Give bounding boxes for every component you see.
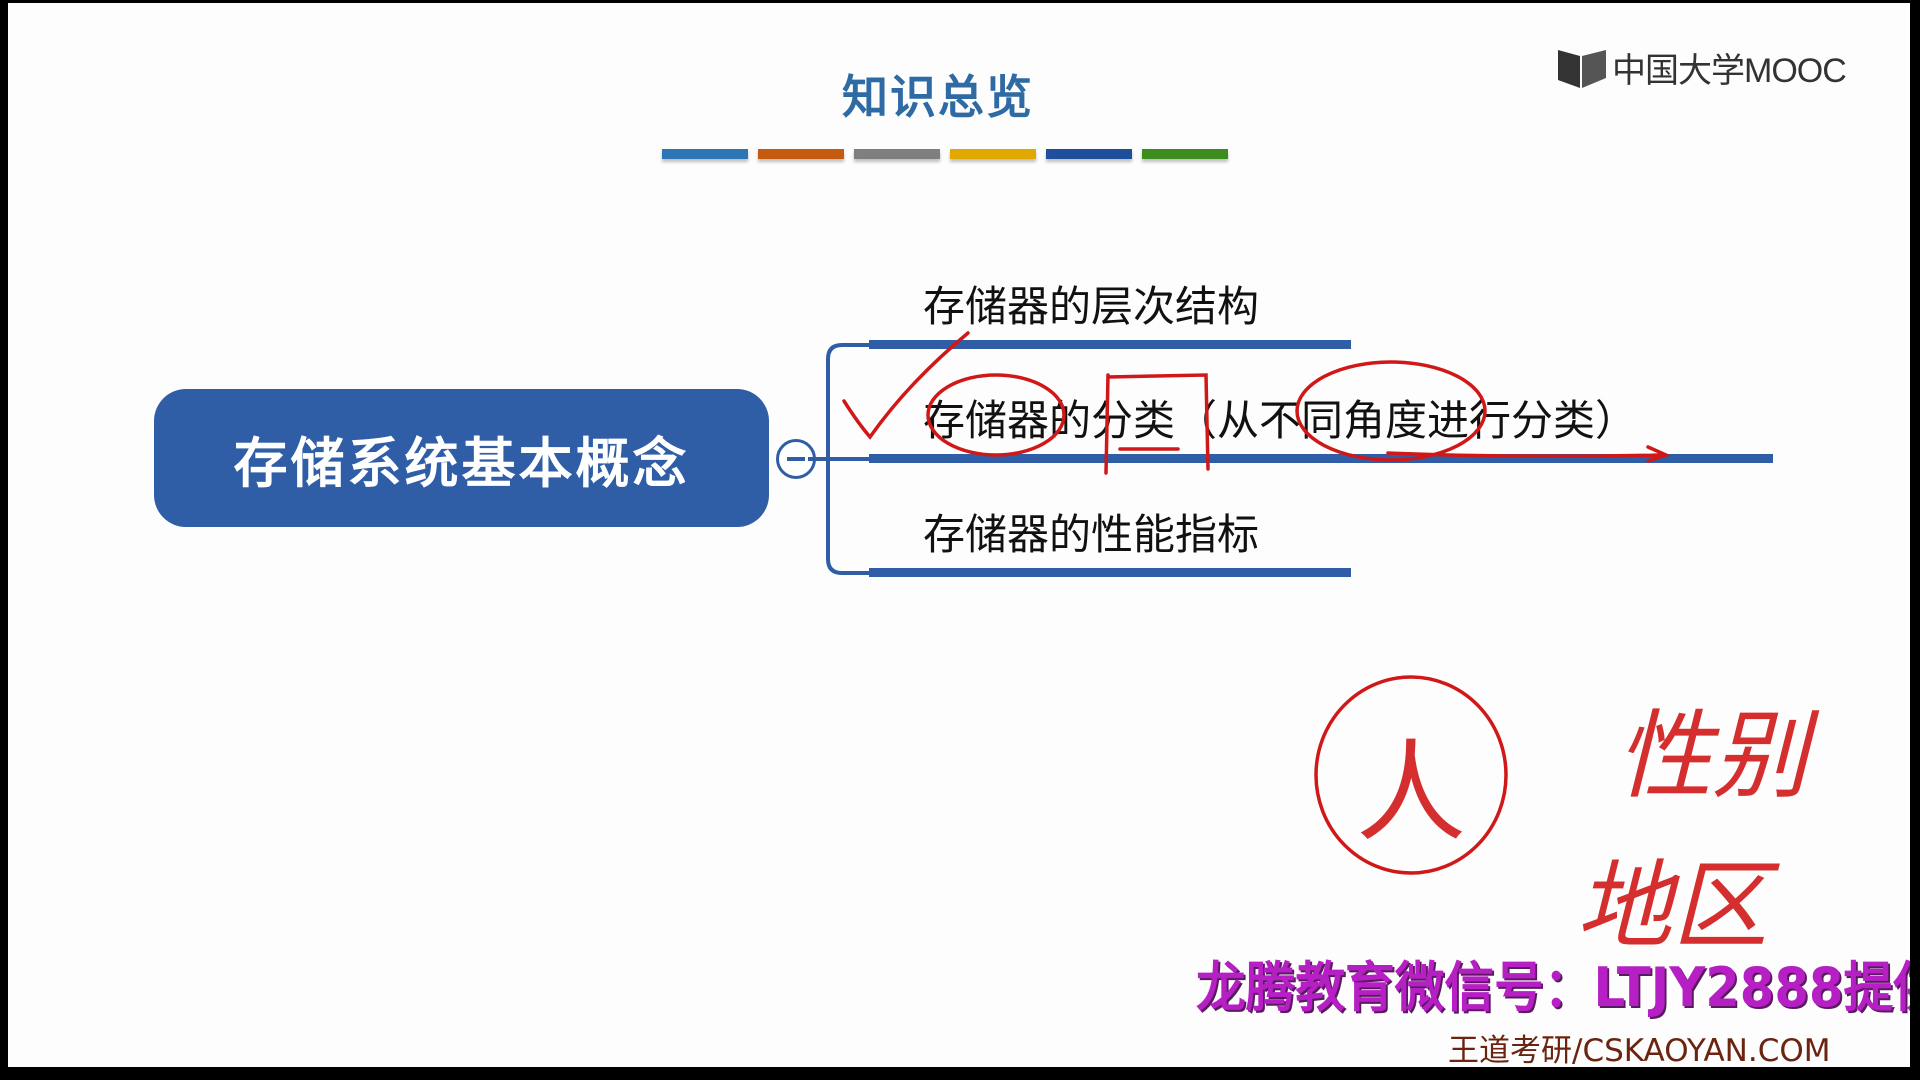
underline-arrow [1386, 445, 1671, 463]
circle-mark [1295, 360, 1487, 462]
watermark-text: 龙腾教育微信号：LTJY2888提供 [1196, 956, 1910, 1019]
slide: 知识总览 中国大学MOOC 存储系统基本概念 存储器的层次结构 存储器的分类（从… [8, 3, 1910, 1067]
handwritten-note: 性别 [1616, 700, 1808, 812]
handwritten-char: 人 [1356, 729, 1466, 857]
watermark-url: 王道考研/CSKAOYAN.COM [1448, 1033, 1831, 1067]
circle-mark [926, 373, 1066, 457]
box-mark [1104, 373, 1210, 475]
